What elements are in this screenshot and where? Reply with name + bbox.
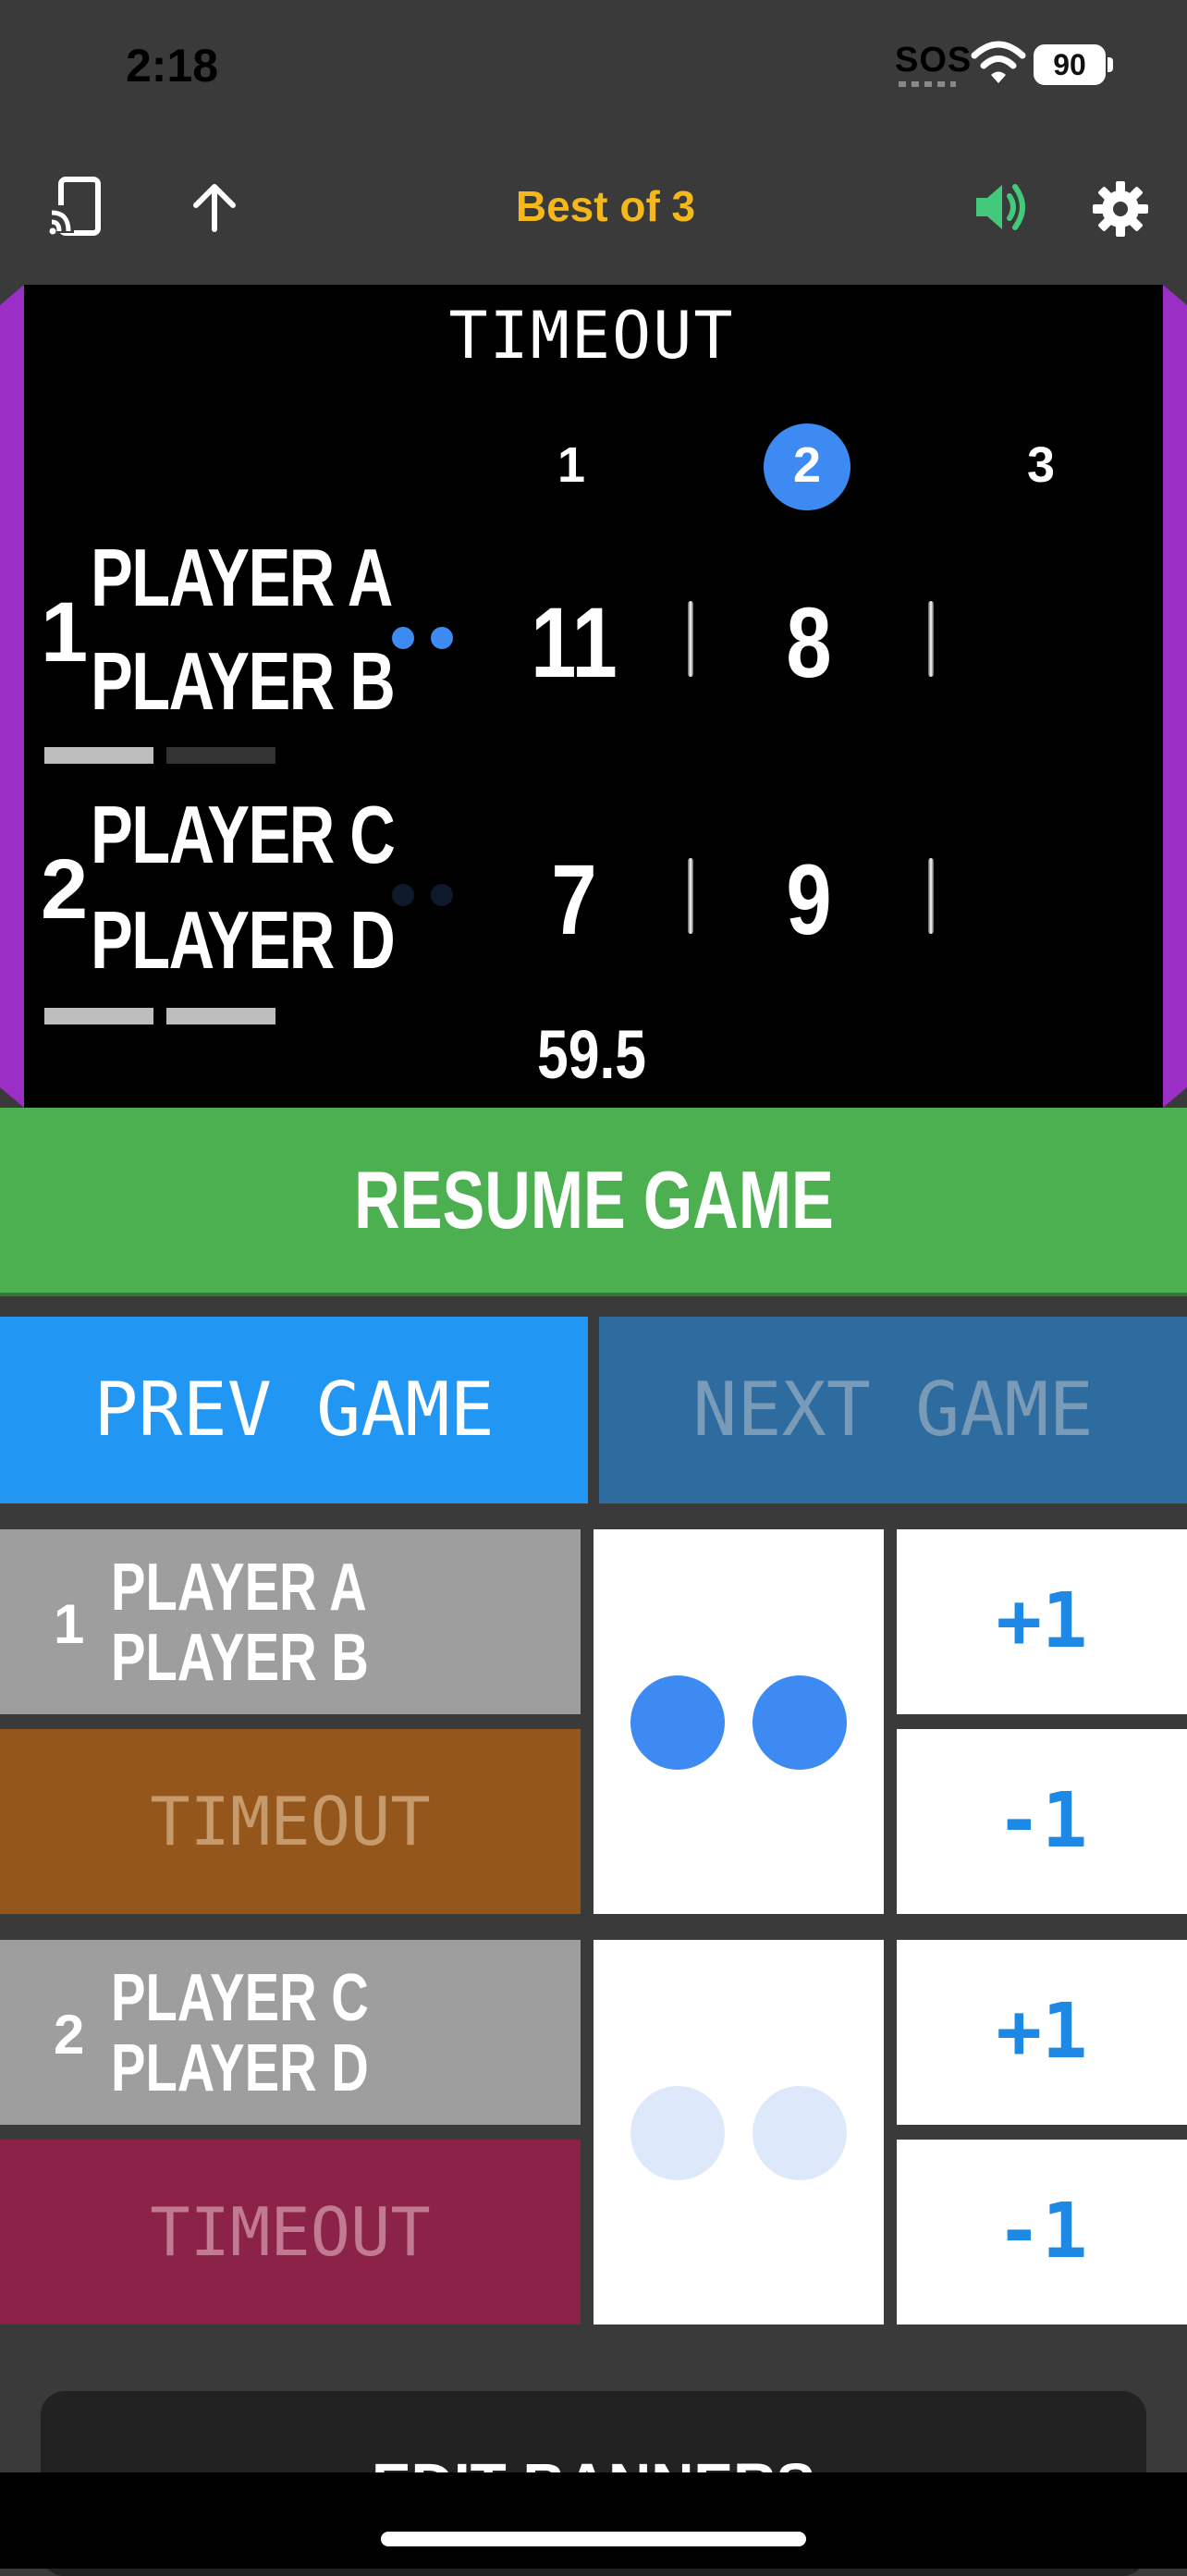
team-1-minus-one-button[interactable]: -1 <box>897 1729 1187 1914</box>
timeout-bar <box>44 747 153 764</box>
team-1-card-player-1: PLAYER A <box>111 1551 367 1625</box>
serve-dot[interactable] <box>630 2086 725 2180</box>
team-1-game-2-score: 8 <box>786 586 832 698</box>
team-2-game-1-score: 7 <box>551 843 597 955</box>
border-notch <box>0 285 24 305</box>
serve-dot <box>392 884 414 906</box>
game-number-3: 3 <box>1026 437 1056 493</box>
team-2-player-2: PLAYER D <box>91 894 396 986</box>
battery-indicator: 90 <box>1034 44 1106 85</box>
score-divider <box>928 858 934 934</box>
team-2-card-player-2: PLAYER D <box>111 2031 369 2105</box>
gear-icon[interactable] <box>1091 179 1150 239</box>
team-2-player-1: PLAYER C <box>91 789 396 880</box>
team-2-timeout-button[interactable]: TIMEOUT <box>0 2140 581 2325</box>
serve-dot[interactable] <box>753 1675 847 1770</box>
scoreboard-border-left <box>0 285 24 1108</box>
team-2-game-2-score: 9 <box>786 843 832 955</box>
scoreboard-border-right <box>1163 285 1187 1108</box>
team-1-game-1-score: 11 <box>531 586 618 698</box>
border-notch <box>1163 1087 1187 1108</box>
team-2-plus-one-button[interactable]: +1 <box>897 1940 1187 2125</box>
team-1-player-1: PLAYER A <box>91 532 393 623</box>
team-1-timeout-button[interactable]: TIMEOUT <box>0 1729 581 1914</box>
timeout-bar <box>166 1008 275 1024</box>
home-indicator[interactable] <box>381 2532 806 2546</box>
score-divider <box>928 601 934 677</box>
bottom-safe-area <box>0 2472 1187 2569</box>
team-2-card-number: 2 <box>54 2004 85 2066</box>
speaker-icon[interactable] <box>971 178 1030 237</box>
score-divider <box>688 858 693 934</box>
next-game-button[interactable]: NEXT GAME <box>599 1317 1187 1503</box>
serve-dot[interactable] <box>753 2086 847 2180</box>
timeout-timer: 59.5 <box>536 1016 647 1093</box>
team-1-number: 1 <box>41 585 89 680</box>
cast-icon[interactable] <box>46 174 105 239</box>
wifi-icon <box>971 41 1026 83</box>
team-1-player-2: PLAYER B <box>91 635 396 727</box>
serve-dot <box>392 627 414 649</box>
timeout-bar <box>44 1008 153 1024</box>
team-2-number: 2 <box>41 842 89 937</box>
team-1-card-number: 1 <box>54 1593 85 1655</box>
game-number-2: 2 <box>792 437 822 493</box>
border-notch <box>1163 285 1187 305</box>
timeout-bar <box>166 747 275 764</box>
team-1-plus-one-button[interactable]: +1 <box>897 1529 1187 1714</box>
game-number-1: 1 <box>557 437 586 493</box>
team-2-card-player-1: PLAYER C <box>111 1961 369 2035</box>
match-format-title[interactable]: Best of 3 <box>407 181 804 231</box>
resume-game-button[interactable]: RESUME GAME <box>0 1108 1187 1293</box>
team-2-minus-one-button[interactable]: -1 <box>897 2140 1187 2325</box>
serve-dot <box>431 627 453 649</box>
team-1-card-player-2: PLAYER B <box>111 1621 369 1695</box>
score-divider <box>688 601 693 677</box>
sos-indicator: SOS <box>895 41 973 80</box>
serve-dot[interactable] <box>630 1675 725 1770</box>
status-time: 2:18 <box>126 40 219 92</box>
serve-dot <box>431 884 453 906</box>
arrow-up-icon[interactable] <box>185 178 244 237</box>
border-notch <box>0 1087 24 1108</box>
prev-game-button[interactable]: PREV GAME <box>0 1317 588 1503</box>
cellular-signal-icon <box>899 81 956 87</box>
scoreboard-status: TIMEOUT <box>448 298 735 374</box>
resume-game-label: RESUME GAME <box>353 1154 834 1245</box>
battery-tip <box>1107 57 1113 72</box>
